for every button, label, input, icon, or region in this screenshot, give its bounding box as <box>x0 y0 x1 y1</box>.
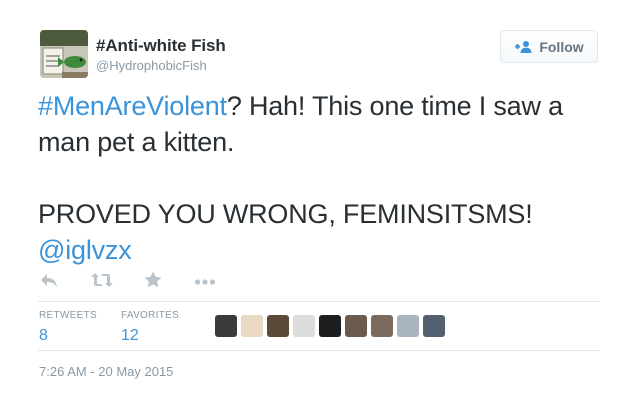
retweet-icon <box>91 272 113 293</box>
retweet-button[interactable] <box>91 272 113 292</box>
display-name[interactable]: #Anti-white Fish <box>96 36 226 56</box>
follow-button[interactable]: Follow <box>500 30 598 63</box>
favorites-stat[interactable]: FAVORITES 12 <box>121 310 179 345</box>
reply-button[interactable] <box>40 272 58 292</box>
favoriter-avatar[interactable] <box>423 315 445 337</box>
stats-top-divider <box>38 301 599 302</box>
retweets-label: RETWEETS <box>39 310 97 321</box>
favorite-icon <box>144 271 162 293</box>
stats-bottom-divider <box>38 350 599 351</box>
favorites-label: FAVORITES <box>121 310 180 321</box>
more-icon <box>194 273 216 291</box>
favoriter-avatar[interactable] <box>345 315 367 337</box>
favoriters-avatars <box>215 315 449 337</box>
favorite-button[interactable] <box>144 271 162 293</box>
favoriter-avatar[interactable] <box>241 315 263 337</box>
favoriter-avatar[interactable] <box>319 315 341 337</box>
follow-button-label: Follow <box>539 38 584 55</box>
favoriter-avatar[interactable] <box>215 315 237 337</box>
user-avatar[interactable] <box>40 30 88 78</box>
hashtag-link[interactable]: #MenAreViolent <box>38 91 227 121</box>
more-button[interactable] <box>194 272 216 292</box>
favoriter-avatar[interactable] <box>397 315 419 337</box>
tweet-text: #MenAreViolent? Hah! This one time I saw… <box>38 88 608 268</box>
favorites-count: 12 <box>121 327 139 344</box>
retweets-stat[interactable]: RETWEETS 8 <box>39 310 97 345</box>
mention-link[interactable]: @iglvzx <box>38 235 132 265</box>
tweet-card: #Anti-white Fish @HydrophobicFish Follow… <box>0 0 639 414</box>
user-handle[interactable]: @HydrophobicFish <box>96 58 207 73</box>
reply-icon <box>40 272 58 293</box>
favoriter-avatar[interactable] <box>293 315 315 337</box>
favoriter-avatar[interactable] <box>371 315 393 337</box>
tweet-timestamp[interactable]: 7:26 AM - 20 May 2015 <box>39 364 173 379</box>
retweets-count: 8 <box>39 327 48 344</box>
favoriter-avatar[interactable] <box>267 315 289 337</box>
add-user-icon <box>514 40 532 54</box>
